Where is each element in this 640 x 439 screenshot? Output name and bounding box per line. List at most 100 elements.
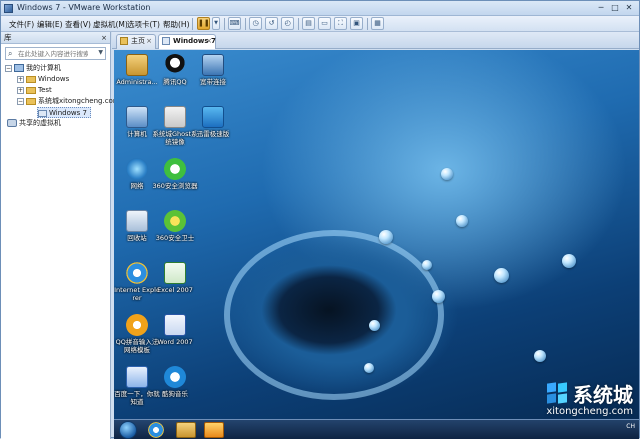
qq-pinyin-icon bbox=[126, 314, 148, 336]
guest-desktop[interactable]: Administra... 腾讯QQ 宽带连接 计算机 系统城Ghost系统镜像… bbox=[114, 50, 639, 439]
internet-explorer-icon bbox=[126, 262, 148, 284]
thumbnail-bar-icon[interactable]: ▭ bbox=[318, 17, 331, 30]
menu-view[interactable]: 查看(V) bbox=[65, 19, 91, 30]
virtual-machine-icon bbox=[38, 109, 47, 117]
toolbar-separator bbox=[298, 18, 299, 30]
toolbar-separator bbox=[245, 18, 246, 30]
vmware-app-icon bbox=[4, 4, 13, 13]
water-drop bbox=[422, 260, 432, 270]
virtual-machine-icon bbox=[162, 37, 170, 45]
tree-node-shared-vms[interactable]: 共享的虚拟机 bbox=[7, 118, 61, 129]
title-bar: Windows 7 - VMware Workstation ─ □ ✕ bbox=[1, 1, 639, 16]
chevron-down-icon[interactable]: ▼ bbox=[98, 49, 103, 56]
user-folder-icon bbox=[126, 54, 148, 76]
menu-help[interactable]: 帮助(H) bbox=[163, 19, 190, 30]
maximize-button[interactable]: □ bbox=[609, 2, 621, 13]
tree-node-xitongcheng[interactable]: − 系统城xitongcheng.com bbox=[17, 96, 120, 107]
tab-windows7[interactable]: Windows 7 × bbox=[158, 34, 216, 49]
menu-tabs[interactable]: 选项卡(T) bbox=[127, 19, 160, 30]
computer-icon bbox=[14, 64, 24, 72]
unity-icon[interactable]: ▣ bbox=[350, 17, 363, 30]
minimize-button[interactable]: ─ bbox=[595, 2, 607, 13]
360-guard-icon bbox=[164, 210, 186, 232]
shared-vm-icon bbox=[7, 119, 17, 127]
computer-icon bbox=[126, 106, 148, 128]
desktop-icon-word[interactable]: Word 2007 bbox=[152, 314, 198, 346]
close-icon[interactable]: × bbox=[206, 35, 212, 48]
sidebar-view-icon[interactable]: ▤ bbox=[302, 17, 315, 30]
tree-node-test[interactable]: + Test bbox=[17, 85, 52, 96]
close-icon[interactable]: × bbox=[101, 32, 107, 44]
desktop-icon-360-browser[interactable]: 360安全浏览器 bbox=[152, 158, 198, 190]
xitongcheng-watermark: 系统城 xitongcheng.com bbox=[546, 379, 633, 417]
home-icon bbox=[120, 37, 128, 45]
tab-bar: 主页 × Windows 7 × bbox=[112, 32, 639, 49]
start-button[interactable] bbox=[119, 421, 137, 439]
collapse-icon[interactable]: − bbox=[5, 64, 12, 72]
collapse-icon[interactable]: − bbox=[17, 97, 24, 105]
tree-node-windows[interactable]: + Windows bbox=[17, 74, 69, 85]
system-tray[interactable]: CH bbox=[626, 423, 635, 430]
desktop-icon-excel[interactable]: Excel 2007 bbox=[152, 262, 198, 294]
expand-icon[interactable]: + bbox=[17, 86, 24, 94]
water-drop bbox=[456, 215, 468, 227]
watermark-cn: 系统城 bbox=[573, 383, 633, 407]
folder-icon bbox=[26, 75, 36, 83]
kugou-music-icon bbox=[164, 366, 186, 388]
desktop-icon-kugou[interactable]: 酷狗音乐 bbox=[152, 366, 198, 398]
menu-vm[interactable]: 虚拟机(M) bbox=[93, 19, 128, 30]
console-view-icon[interactable]: ▦ bbox=[371, 17, 384, 30]
pause-icon[interactable]: ❚❚ bbox=[197, 17, 210, 30]
guest-taskbar: CH bbox=[114, 419, 639, 439]
baidu-paw-icon bbox=[126, 366, 148, 388]
library-header: 库 × bbox=[1, 32, 110, 44]
desktop-icon-broadband[interactable]: 宽带连接 bbox=[190, 54, 236, 86]
watermark-en: xitongcheng.com bbox=[546, 406, 633, 417]
xunlei-bird-icon bbox=[202, 106, 224, 128]
chevron-down-icon[interactable]: ▼ bbox=[212, 17, 220, 30]
toolbar-separator bbox=[192, 18, 193, 30]
water-drop bbox=[379, 230, 393, 244]
archive-icon bbox=[164, 106, 186, 128]
folder-icon bbox=[26, 97, 36, 105]
tab-home[interactable]: 主页 × bbox=[116, 34, 156, 49]
tree-node-my-computer[interactable]: − 我的计算机 bbox=[5, 63, 61, 74]
search-input[interactable] bbox=[18, 49, 88, 59]
water-drop bbox=[534, 350, 546, 362]
water-drop bbox=[441, 168, 453, 180]
recycle-bin-icon bbox=[126, 210, 148, 232]
taskbar-ie-icon[interactable] bbox=[148, 422, 164, 438]
send-ctrl-alt-del-icon[interactable]: ⌨ bbox=[228, 17, 241, 30]
globe-icon bbox=[126, 158, 148, 180]
excel-icon bbox=[164, 262, 186, 284]
vmware-window: Windows 7 - VMware Workstation ─ □ ✕ 文件(… bbox=[0, 0, 640, 439]
snapshot-icon[interactable]: ◷ bbox=[249, 17, 262, 30]
taskbar-explorer-icon[interactable] bbox=[176, 422, 196, 438]
revert-snapshot-icon[interactable]: ↺ bbox=[265, 17, 278, 30]
tree-node-windows7[interactable]: Windows 7 bbox=[37, 107, 91, 118]
water-drop bbox=[562, 254, 576, 268]
menu-file[interactable]: 文件(F) bbox=[9, 19, 34, 30]
desktop-icon-360-guard[interactable]: 360安全卫士 bbox=[152, 210, 198, 242]
expand-icon[interactable]: + bbox=[17, 75, 24, 83]
water-drop bbox=[364, 363, 374, 373]
close-button[interactable]: ✕ bbox=[623, 2, 635, 13]
toolbar-separator bbox=[224, 18, 225, 30]
library-panel: 库 × ⌕ ▼ −我的计算机 +Windows +Test −系统城xitong… bbox=[1, 32, 120, 439]
close-icon[interactable]: × bbox=[146, 35, 152, 48]
desktop-icon-xunlei[interactable]: 迅雷极速版 bbox=[190, 106, 236, 138]
menu-toolbar: 文件(F) 编辑(E) 查看(V) 虚拟机(M) 选项卡(T) 帮助(H) ❚❚… bbox=[1, 16, 639, 32]
water-drop bbox=[494, 268, 509, 283]
word-icon bbox=[164, 314, 186, 336]
menu-edit[interactable]: 编辑(E) bbox=[37, 19, 63, 30]
library-search: ⌕ ▼ bbox=[5, 47, 106, 60]
snapshot-manager-icon[interactable]: ◴ bbox=[281, 17, 294, 30]
library-title: 库 bbox=[4, 33, 12, 42]
taskbar-media-player-icon[interactable] bbox=[204, 422, 224, 438]
water-drop bbox=[369, 320, 380, 331]
folder-icon bbox=[26, 86, 36, 94]
water-drop bbox=[432, 290, 445, 303]
qq-penguin-icon bbox=[164, 54, 186, 76]
window-title: Windows 7 - VMware Workstation bbox=[17, 3, 151, 12]
full-screen-icon[interactable]: ⛶ bbox=[334, 17, 347, 30]
